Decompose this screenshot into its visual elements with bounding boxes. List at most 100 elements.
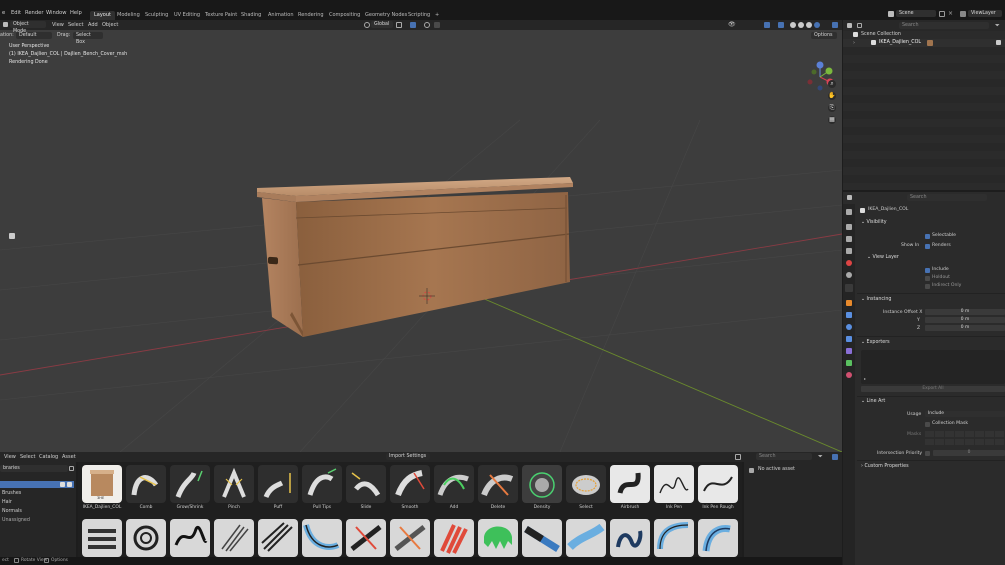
catalog-add-icon[interactable]: [60, 482, 65, 487]
pivot-icon[interactable]: [396, 22, 402, 28]
camera-view-icon[interactable]: ⎘: [828, 104, 836, 112]
custom-properties-section-header[interactable]: › Custom Properties: [861, 464, 909, 469]
asset-tile-smooth[interactable]: [390, 465, 430, 503]
gizmo-toggle-icon[interactable]: [764, 22, 770, 28]
intersection-priority-field[interactable]: 0: [933, 450, 1005, 456]
asset-tile-row2[interactable]: [126, 519, 166, 557]
outliner-row-collection[interactable]: › IKEA_Dajlien_COL: [843, 39, 1005, 47]
transform-orientation-selector[interactable]: Default: [16, 32, 52, 39]
material-tab-icon[interactable]: [846, 372, 852, 378]
collection-mask-checkbox[interactable]: [925, 422, 930, 427]
asset-tile-row2[interactable]: [610, 519, 650, 557]
asset-tile-delete[interactable]: [478, 465, 518, 503]
outliner-search-input[interactable]: Search: [899, 22, 989, 29]
asset-search-input[interactable]: Search: [756, 453, 812, 460]
asset-tile-airbrush[interactable]: [610, 465, 650, 503]
asset-tile-pull-tips[interactable]: [302, 465, 342, 503]
properties-editor-icon[interactable]: [847, 195, 852, 200]
asset-menu-catalog[interactable]: Catalog: [39, 454, 58, 460]
data-tab-icon[interactable]: [846, 360, 852, 366]
asset-tile-row2[interactable]: [346, 519, 386, 557]
renders-checkbox[interactable]: [925, 244, 930, 249]
tab-modeling[interactable]: Modeling: [113, 11, 144, 20]
shading-wireframe-icon[interactable]: [790, 22, 796, 28]
filter-icon[interactable]: ⏷: [818, 454, 823, 460]
visibility-section-header[interactable]: ⌄ Visibility: [861, 220, 887, 225]
add-workspace-button[interactable]: +: [431, 11, 443, 20]
3d-viewport[interactable]: ⌕ ✋ ⎘ ▦ User Perspective (1) IKEA_Dajlie…: [0, 20, 842, 452]
properties-search-input[interactable]: Search: [907, 194, 987, 201]
mode-selector[interactable]: Object Mode: [10, 21, 46, 34]
catalog-item-unassigned[interactable]: Unassigned: [2, 518, 30, 523]
tab-scripting[interactable]: Scripting: [404, 11, 434, 20]
shading-material-icon[interactable]: [806, 22, 812, 28]
catalog-item-hair[interactable]: Hair: [2, 500, 12, 505]
menu-file[interactable]: e: [2, 10, 5, 16]
holdout-checkbox[interactable]: [925, 276, 930, 281]
zoom-icon[interactable]: ⌕: [828, 80, 836, 88]
exporters-section-header[interactable]: ⌄ Exporters: [861, 340, 890, 345]
asset-tile-slide[interactable]: [346, 465, 386, 503]
visibility-icon[interactable]: 👁: [728, 22, 736, 28]
asset-menu-select[interactable]: Select: [20, 454, 35, 460]
catalog-item-normals[interactable]: Normals: [2, 509, 22, 514]
asset-tile-ink-pen-rough[interactable]: [698, 465, 738, 503]
instance-offset-z-field[interactable]: 0 m: [925, 325, 1005, 331]
particles-tab-icon[interactable]: [846, 324, 852, 330]
snap-icon[interactable]: [410, 22, 416, 28]
library-selector[interactable]: braries: [0, 465, 68, 472]
menu-add[interactable]: Add: [88, 22, 98, 28]
expand-arrow-icon[interactable]: ▸: [864, 376, 866, 381]
catalog-remove-icon[interactable]: [67, 482, 72, 487]
menu-select[interactable]: Select: [68, 22, 83, 28]
world-tab-icon[interactable]: [846, 272, 852, 278]
masks-toggle-row[interactable]: [925, 439, 1005, 445]
proportional-edit-icon[interactable]: [424, 22, 430, 28]
export-all-button[interactable]: Export All: [861, 386, 1005, 392]
asset-tile-pinch[interactable]: [214, 465, 254, 503]
copy-icon[interactable]: [939, 11, 945, 17]
exporters-list[interactable]: ▸: [861, 350, 1005, 384]
tab-texture-paint[interactable]: Texture Paint: [201, 11, 241, 20]
shading-rendered-icon[interactable]: [814, 22, 820, 28]
grid-view-icon[interactable]: ▦: [828, 116, 836, 124]
asset-tile-row2[interactable]: [170, 519, 210, 557]
menu-object[interactable]: Object: [102, 22, 118, 28]
tab-animation[interactable]: Animation: [264, 11, 298, 20]
tab-compositing[interactable]: Compositing: [325, 11, 364, 20]
render-tab-icon[interactable]: [846, 224, 852, 230]
asset-tile-row2[interactable]: [698, 519, 738, 557]
asset-tile-row2[interactable]: [302, 519, 342, 557]
outliner-editor-icon[interactable]: [847, 23, 852, 28]
menu-window[interactable]: Window: [46, 10, 66, 16]
instance-offset-x-field[interactable]: 0 m: [925, 309, 1005, 315]
intersection-priority-checkbox[interactable]: [925, 451, 930, 456]
asset-tile-row2[interactable]: [82, 519, 122, 557]
expand-chevron-icon[interactable]: ›: [853, 40, 855, 46]
viewlayer-selector[interactable]: ViewLayer: [968, 10, 1002, 17]
asset-tile-row2[interactable]: [654, 519, 694, 557]
exclude-checkbox[interactable]: [996, 40, 1001, 45]
catalog-item-all[interactable]: [0, 481, 74, 488]
menu-render[interactable]: Render: [25, 10, 43, 16]
options-dropdown[interactable]: Options: [811, 32, 837, 39]
masks-toggle-row[interactable]: [925, 431, 1005, 437]
scene-selector[interactable]: Scene: [896, 10, 936, 17]
asset-tile-select[interactable]: [566, 465, 606, 503]
tab-uv-editing[interactable]: UV Editing: [170, 11, 204, 20]
catalog-item-brushes[interactable]: Brushes: [2, 491, 21, 496]
tab-sculpting[interactable]: Sculpting: [141, 11, 172, 20]
asset-tile-ink-pen[interactable]: [654, 465, 694, 503]
asset-tile-row2[interactable]: [522, 519, 562, 557]
physics-tab-icon[interactable]: [846, 336, 852, 342]
asset-tile-row2[interactable]: [566, 519, 606, 557]
asset-menu-asset[interactable]: Asset: [62, 454, 76, 460]
asset-tile-row2[interactable]: [214, 519, 254, 557]
asset-tile-row2[interactable]: [478, 519, 518, 557]
asset-menu-view[interactable]: View: [4, 454, 16, 460]
import-settings-dropdown[interactable]: Import Settings: [386, 453, 430, 460]
asset-tile-row2[interactable]: [258, 519, 298, 557]
shading-solid-icon[interactable]: [798, 22, 804, 28]
overlay-toggle-icon[interactable]: [778, 22, 784, 28]
editor-type-icon[interactable]: [3, 22, 8, 27]
